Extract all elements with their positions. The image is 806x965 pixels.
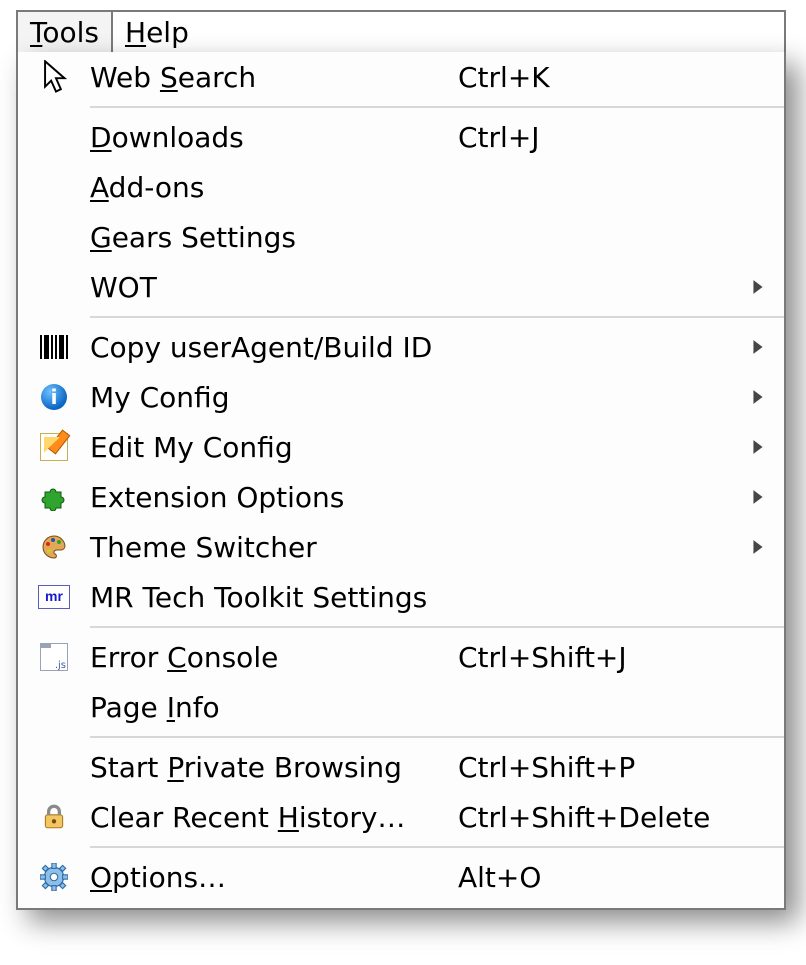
menubar-help-post: elp	[146, 16, 189, 49]
mr-icon: mr	[18, 585, 90, 609]
tools-dropdown: Web Search Ctrl+K Downloads Ctrl+J Add-o…	[16, 52, 786, 910]
menu-mrtech-toolkit[interactable]: mr MR Tech Toolkit Settings	[18, 572, 784, 622]
script-icon	[18, 643, 90, 671]
shortcut-label: Alt+O	[458, 861, 541, 894]
submenu-arrow-icon	[744, 389, 764, 405]
shortcut-label: Ctrl+K	[458, 61, 550, 94]
shortcut-label: Ctrl+Shift+P	[458, 751, 635, 784]
cursor-icon	[42, 60, 70, 94]
menu-separator	[90, 316, 784, 318]
submenu-arrow-icon	[744, 339, 764, 355]
menu-start-private-browsing[interactable]: Start Private Browsing Ctrl+Shift+P	[18, 742, 784, 792]
menu-page-info[interactable]: Page Info	[18, 682, 784, 732]
barcode-icon	[18, 335, 90, 359]
menu-downloads[interactable]: Downloads Ctrl+J	[18, 112, 784, 162]
gear-icon	[18, 863, 90, 891]
lock-icon	[18, 803, 90, 831]
menu-web-search[interactable]: Web Search Ctrl+K	[18, 52, 784, 102]
submenu-arrow-icon	[744, 539, 764, 555]
menu-my-config[interactable]: i My Config	[18, 372, 784, 422]
menu-extension-options[interactable]: Extension Options	[18, 472, 784, 522]
menu-separator	[90, 106, 784, 108]
info-icon: i	[18, 384, 90, 410]
menubar-tools-post: ools	[42, 16, 99, 49]
edit-icon	[18, 433, 90, 461]
menubar-tools-u: T	[30, 16, 42, 49]
shortcut-label: Ctrl+Shift+J	[458, 641, 627, 674]
menubar-tools[interactable]: Tools	[18, 12, 113, 54]
menubar-help[interactable]: Help	[113, 12, 201, 54]
menu-separator	[90, 846, 784, 848]
menu-clear-recent-history[interactable]: Clear Recent History… Ctrl+Shift+Delete	[18, 792, 784, 842]
menu-options[interactable]: Options… Alt+O	[18, 852, 784, 902]
menu-copy-useragent[interactable]: Copy userAgent/Build ID	[18, 322, 784, 372]
menu-gears-settings[interactable]: Gears Settings	[18, 212, 784, 262]
shortcut-label: Ctrl+Shift+Delete	[458, 801, 710, 834]
submenu-arrow-icon	[744, 279, 764, 295]
menu-wot[interactable]: WOT	[18, 262, 784, 312]
menu-error-console[interactable]: Error Console Ctrl+Shift+J	[18, 632, 784, 682]
submenu-arrow-icon	[744, 489, 764, 505]
menubar: Tools Help	[16, 10, 786, 54]
menu-addons[interactable]: Add-ons	[18, 162, 784, 212]
menu-separator	[90, 626, 784, 628]
submenu-arrow-icon	[744, 439, 764, 455]
puzzle-icon	[18, 483, 90, 511]
menu-theme-switcher[interactable]: Theme Switcher	[18, 522, 784, 572]
menu-edit-my-config[interactable]: Edit My Config	[18, 422, 784, 472]
menu-separator	[90, 736, 784, 738]
menubar-help-u: H	[125, 16, 146, 49]
shortcut-label: Ctrl+J	[458, 121, 540, 154]
palette-icon	[18, 533, 90, 561]
